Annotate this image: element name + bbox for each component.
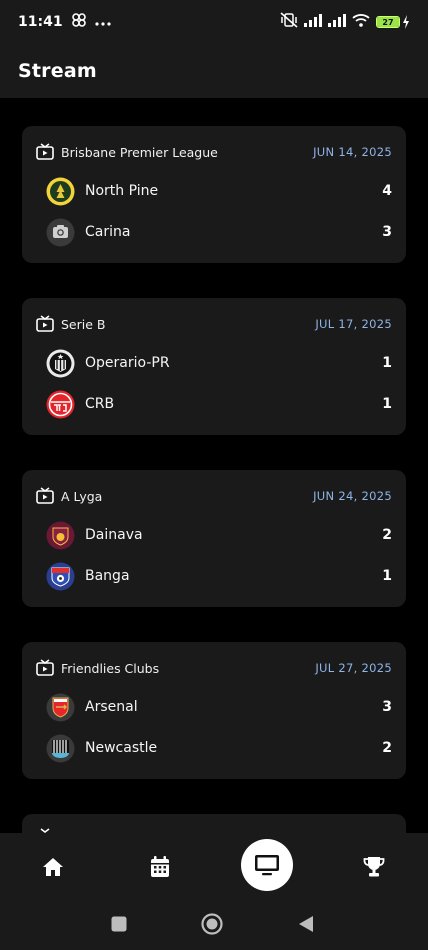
tv-icon [36, 315, 54, 333]
back-triangle-icon [299, 916, 313, 932]
team-row-home: Operario-PR 1 [46, 348, 392, 378]
league-name: A Lyga [61, 488, 103, 504]
team-score: 2 [382, 527, 392, 543]
match-list[interactable]: Brisbane Premier League JUN 14, 2025 Nor… [0, 98, 428, 833]
trophy-icon [363, 857, 385, 877]
wifi-icon [352, 13, 370, 31]
match-card-header: Friendlies Clubs JUL 27, 2025 [36, 658, 392, 678]
home-icon [43, 858, 63, 876]
league-name: Friendlies Clubs [61, 660, 160, 676]
system-nav-bar [0, 900, 428, 950]
match-card-header: A Lyga JUN 24, 2025 [36, 486, 392, 506]
more-notifications-icon [94, 14, 111, 30]
crb-logo-icon [46, 390, 75, 419]
match-date: JUL 17, 2025 [315, 317, 392, 331]
north-pine-logo-icon [46, 177, 75, 206]
nav-home-button[interactable] [33, 847, 73, 887]
battery-icon: 27 [376, 15, 410, 29]
team-score: 3 [382, 699, 392, 715]
team-score: 1 [382, 568, 392, 584]
tv-icon [36, 659, 54, 677]
vibrate-off-icon [280, 12, 298, 32]
notification-icon [71, 13, 87, 31]
league-name: Brisbane Premier League [61, 144, 218, 160]
team-row-away: Newcastle 2 [46, 733, 392, 763]
match-date: JUL 27, 2025 [315, 661, 392, 675]
calendar-icon [151, 856, 169, 877]
team-row-home: Arsenal 3 [46, 692, 392, 722]
bottom-nav [0, 833, 428, 900]
tv-icon [36, 487, 54, 505]
team-score: 1 [382, 355, 392, 371]
signal-icon-2 [328, 13, 346, 31]
tv-icon [255, 855, 279, 876]
square-icon [111, 916, 127, 932]
status-bar: 11:41 27 [0, 0, 428, 44]
newcastle-logo-icon [46, 734, 75, 763]
battery-level: 27 [382, 17, 394, 27]
home-system-button[interactable] [200, 912, 224, 936]
nav-calendar-button[interactable] [140, 847, 180, 887]
back-button[interactable] [294, 912, 318, 936]
team-name: North Pine [85, 183, 159, 199]
team-score: 4 [382, 183, 392, 199]
match-card-header: Brisbane Premier League JUN 14, 2025 [36, 142, 392, 162]
team-score: 3 [382, 224, 392, 240]
match-date: JUN 14, 2025 [313, 145, 392, 159]
team-row-home: Dainava 2 [46, 520, 392, 550]
match-card[interactable]: Friendlies Clubs JUL 27, 2025 Arsenal 3 … [22, 642, 406, 779]
team-row-away: CRB 1 [46, 389, 392, 419]
tv-icon [36, 143, 54, 161]
team-name: Operario-PR [85, 355, 170, 371]
app-bar: Stream [0, 44, 428, 98]
match-card[interactable]: A Lyga JUN 24, 2025 Dainava 2 Banga 1 [22, 470, 406, 607]
nav-stream-button[interactable] [241, 839, 293, 891]
team-score: 1 [382, 396, 392, 412]
team-name: Newcastle [85, 740, 158, 756]
recent-apps-button[interactable] [107, 912, 131, 936]
signal-icon [304, 13, 322, 31]
dainava-logo-icon [46, 521, 75, 550]
match-date: JUN 24, 2025 [313, 489, 392, 503]
team-name: Banga [85, 568, 130, 584]
match-card-partial[interactable] [22, 814, 406, 833]
team-row-away: Banga 1 [46, 561, 392, 591]
match-card[interactable]: Serie B JUL 17, 2025 Operario-PR 1 CRB 1 [22, 298, 406, 435]
page-title: Stream [18, 60, 97, 82]
operario-pr-logo-icon [46, 349, 75, 378]
league-name: Serie B [61, 316, 106, 332]
arsenal-logo-icon [46, 693, 75, 722]
carina-logo-placeholder-icon [46, 218, 75, 247]
team-name: Dainava [85, 527, 143, 543]
match-card-header: Serie B JUL 17, 2025 [36, 314, 392, 334]
nav-trophy-button[interactable] [354, 847, 394, 887]
team-row-home: North Pine 4 [46, 176, 392, 206]
team-row-away: Carina 3 [46, 217, 392, 247]
team-name: Carina [85, 224, 131, 240]
circle-icon [201, 913, 223, 935]
match-card[interactable]: Brisbane Premier League JUN 14, 2025 Nor… [22, 126, 406, 263]
team-score: 2 [382, 740, 392, 756]
team-name: CRB [85, 396, 115, 412]
banga-logo-icon [46, 562, 75, 591]
status-time: 11:41 [18, 14, 63, 30]
team-name: Arsenal [85, 699, 138, 715]
